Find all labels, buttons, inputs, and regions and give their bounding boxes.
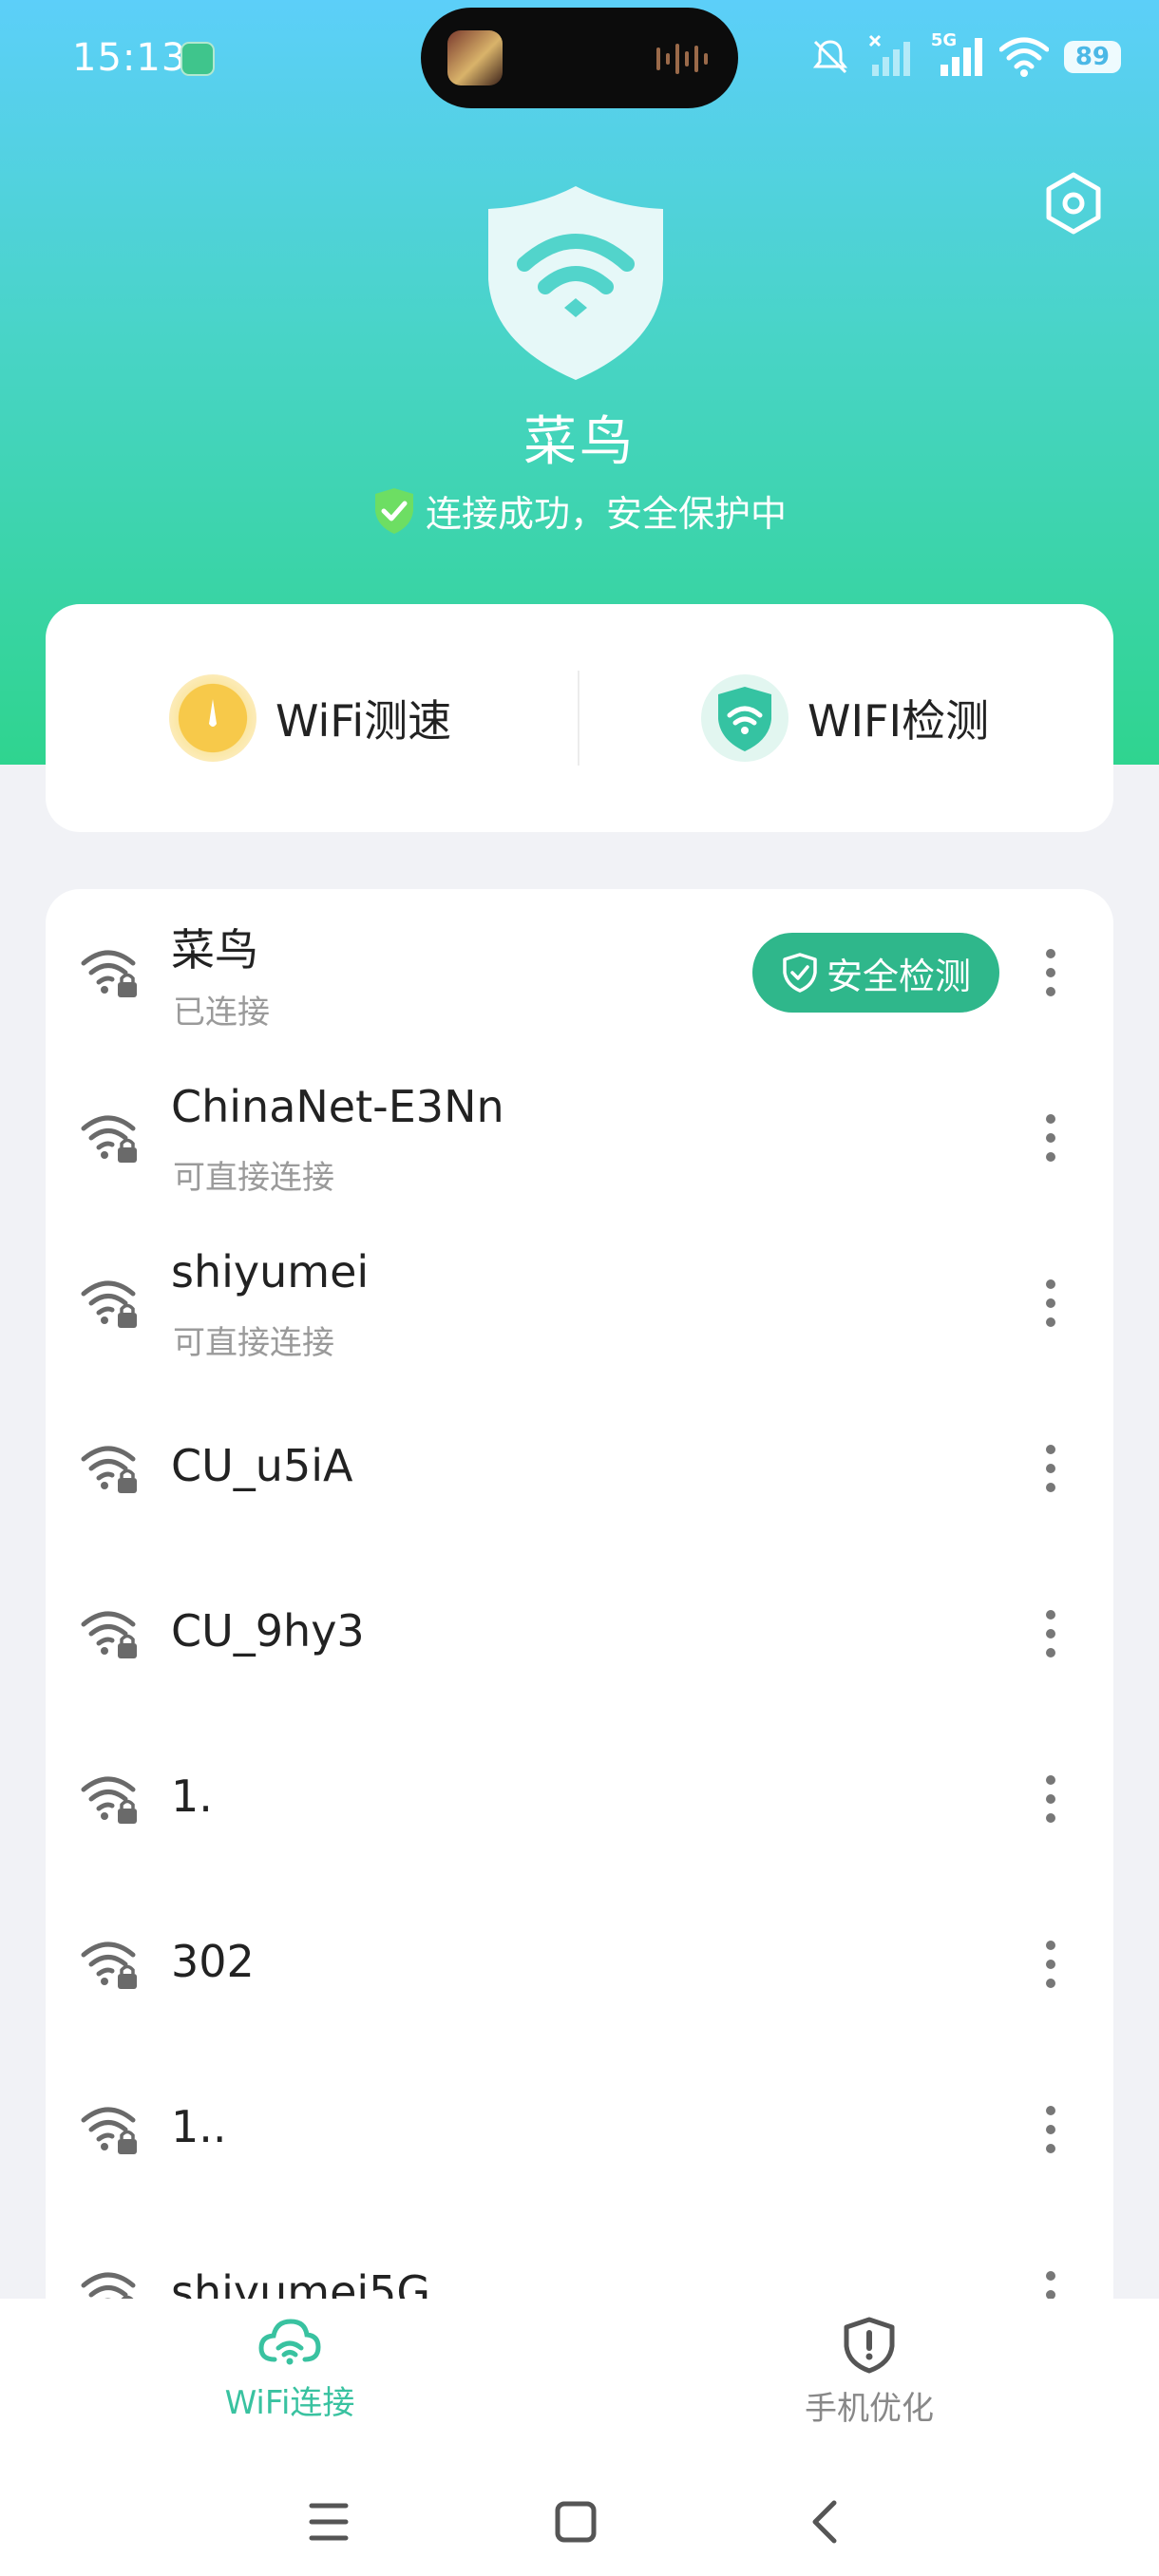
wifi-network-name: 1. xyxy=(171,1771,213,1822)
status-bar: 15:13 5G 89 xyxy=(0,0,1159,114)
bell-muted-icon xyxy=(812,40,847,74)
more-options-icon[interactable] xyxy=(1039,942,1062,1003)
wifi-app-icon xyxy=(180,42,215,76)
wifi-speed-test-button[interactable]: WiFi测速 xyxy=(169,604,451,832)
wifi-network-name: ChinaNet-E3Nn xyxy=(171,1081,504,1132)
wifi-network-status: 可直接连接 xyxy=(173,1324,334,1362)
more-options-icon[interactable] xyxy=(1039,2099,1062,2160)
wifi-icon xyxy=(998,37,1049,77)
tab-wifi-connect-label: WiFi连接 xyxy=(224,2384,355,2422)
battery-level: 89 xyxy=(1063,41,1121,73)
wifi-lock-icon xyxy=(81,1611,137,1658)
wifi-network-status: 可直接连接 xyxy=(173,1159,334,1197)
tools-card: WiFi测速 WIFI检测 xyxy=(46,604,1113,832)
wifi-network-name: 菜鸟 xyxy=(171,924,258,975)
wifi-network-row[interactable]: 1. xyxy=(46,1715,1113,1881)
system-navigation-bar xyxy=(309,2500,837,2544)
bottom-navigation: WiFi连接 手机优化 xyxy=(0,2299,1159,2576)
wifi-network-row[interactable]: shiyumei 可直接连接 xyxy=(46,1220,1113,1385)
wifi-lock-icon xyxy=(81,1115,137,1163)
shield-alert-icon xyxy=(844,2317,895,2374)
wifi-lock-icon xyxy=(81,1446,137,1493)
more-options-icon[interactable] xyxy=(1039,1603,1062,1664)
wifi-network-row[interactable]: 302 xyxy=(46,1881,1113,2046)
more-options-icon[interactable] xyxy=(1039,1438,1062,1499)
wifi-network-row[interactable]: ChinaNet-E3Nn 可直接连接 xyxy=(46,1054,1113,1220)
status-time: 15:13 xyxy=(72,36,187,80)
more-options-icon[interactable] xyxy=(1039,1273,1062,1334)
tab-phone-optimize-label: 手机优化 xyxy=(805,2390,934,2428)
wifi-list: 菜鸟已连接 安全检测 ChinaNet-E3Nn 可直接连接 shiyumei 可直接连接… xyxy=(46,889,1113,2314)
audio-wave-icon xyxy=(656,44,708,74)
wifi-network-row[interactable]: 菜鸟已连接 安全检测 xyxy=(46,889,1113,1054)
connection-status: 连接成功，安全保护中 xyxy=(0,484,1159,537)
check-shield-icon xyxy=(374,487,413,534)
wifi-network-status: 已连接 xyxy=(173,994,270,1032)
more-options-icon[interactable] xyxy=(1039,1769,1062,1829)
more-options-icon[interactable] xyxy=(1039,1108,1062,1168)
wifi-network-name: 302 xyxy=(171,1936,255,1987)
settings-icon[interactable] xyxy=(1041,171,1106,236)
wifi-speed-test-label: WiFi测速 xyxy=(276,695,452,747)
media-thumbnail xyxy=(447,30,503,85)
cloud-wifi-icon xyxy=(258,2319,321,2365)
wifi-check-button[interactable]: WIFI检测 xyxy=(701,604,989,832)
wifi-network-row[interactable]: 1.. xyxy=(46,2046,1113,2211)
wifi-lock-icon xyxy=(81,1280,137,1328)
wifi-network-name: shiyumei xyxy=(171,1246,370,1297)
home-icon[interactable] xyxy=(555,2501,597,2543)
tab-wifi-connect[interactable]: WiFi连接 xyxy=(147,2316,432,2423)
wifi-network-name: 1.. xyxy=(171,2101,227,2152)
connection-status-text: 连接成功，安全保护中 xyxy=(425,493,787,535)
wifi-lock-icon xyxy=(81,1776,137,1824)
wifi-lock-icon xyxy=(81,2107,137,2154)
back-icon[interactable] xyxy=(812,2500,837,2544)
status-icons: 5G 89 xyxy=(808,27,1121,87)
wifi-lock-icon xyxy=(81,1941,137,1989)
wifi-network-name: CU_u5iA xyxy=(171,1440,353,1491)
security-check-button[interactable]: 安全检测 xyxy=(752,933,999,1013)
speedometer-icon xyxy=(169,674,256,762)
wifi-network-row[interactable]: CU_u5iA xyxy=(46,1385,1113,1550)
wifi-lock-icon xyxy=(81,950,137,997)
shield-check-icon xyxy=(783,953,817,993)
wifi-check-label: WIFI检测 xyxy=(808,695,990,747)
menu-icon[interactable] xyxy=(309,2503,349,2541)
signal-icon: 5G xyxy=(931,30,984,80)
dynamic-island[interactable] xyxy=(421,8,738,108)
divider xyxy=(578,671,580,766)
signal-muted-icon xyxy=(868,34,910,76)
wifi-network-row[interactable]: CU_9hy3 xyxy=(46,1550,1113,1715)
wifi-shield-icon xyxy=(488,186,663,380)
security-check-label: 安全检测 xyxy=(826,955,971,997)
tab-phone-optimize[interactable]: 手机优化 xyxy=(727,2316,1012,2429)
shield-wifi-icon xyxy=(701,674,788,762)
wifi-network-name: CU_9hy3 xyxy=(171,1605,365,1657)
more-options-icon[interactable] xyxy=(1039,1934,1062,1995)
connected-ssid: 菜鸟 xyxy=(523,411,636,473)
